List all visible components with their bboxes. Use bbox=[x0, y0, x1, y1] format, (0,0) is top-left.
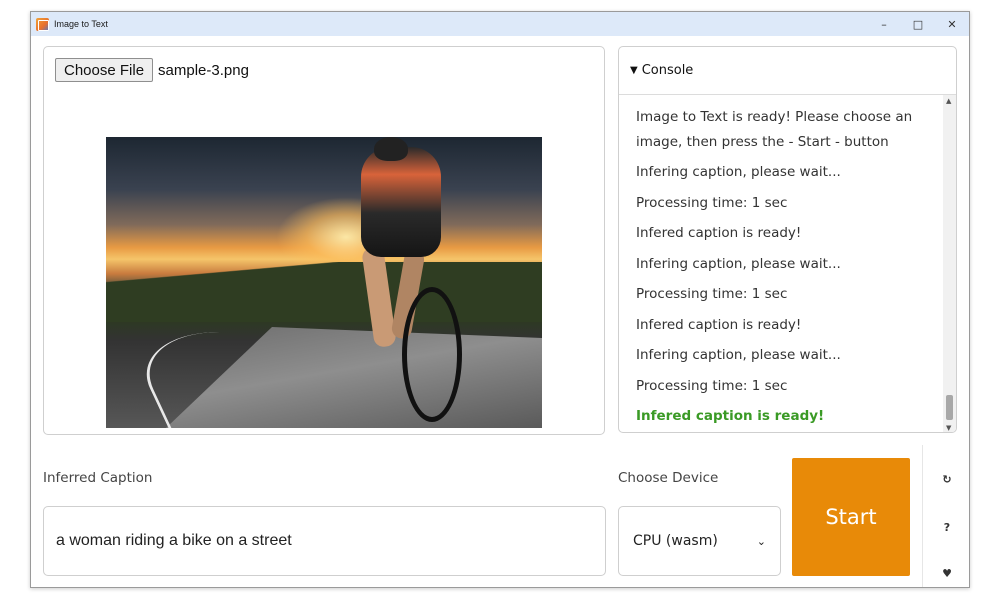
log-line: Processing time: 1 sec bbox=[636, 194, 788, 211]
cyclist-helmet bbox=[374, 137, 408, 161]
caret-down-icon: ▼ bbox=[630, 65, 638, 76]
console-log: Image to Text is ready! Please choose an… bbox=[636, 105, 936, 432]
console-toggle[interactable]: ▼ Console bbox=[630, 63, 693, 78]
scrollbar-thumb[interactable] bbox=[946, 395, 953, 420]
close-icon[interactable]: ✕ bbox=[935, 12, 969, 36]
log-line-latest: Infered caption is ready! bbox=[636, 408, 825, 424]
app-image-icon bbox=[36, 17, 49, 31]
window-title: Image to Text bbox=[54, 19, 108, 29]
file-input-row: Choose File sample-3.png bbox=[55, 58, 249, 82]
cyclist-body bbox=[361, 147, 441, 257]
scroll-down-icon[interactable]: ▼ bbox=[946, 424, 951, 432]
app-window: Image to Text – □ ✕ Choose File sample-3… bbox=[30, 11, 970, 588]
start-button[interactable]: Start bbox=[792, 458, 910, 576]
bike-wheel bbox=[402, 287, 462, 422]
console-panel: ▼ Console Image to Text is ready! Please… bbox=[618, 46, 957, 433]
scroll-up-icon[interactable]: ▲ bbox=[946, 97, 951, 105]
window-controls: – □ ✕ bbox=[867, 12, 969, 36]
log-line: Processing time: 1 sec bbox=[636, 377, 788, 394]
title-bar: Image to Text – □ ✕ bbox=[31, 12, 969, 36]
chevron-down-icon: ⌄ bbox=[756, 534, 766, 548]
console-title: Console bbox=[641, 63, 694, 78]
log-line: Infered caption is ready! bbox=[636, 225, 802, 241]
log-line: Infered caption is ready! bbox=[636, 316, 802, 333]
caption-label: Inferred Caption bbox=[43, 470, 153, 486]
refresh-icon[interactable]: ↻ bbox=[923, 473, 971, 486]
log-line: Infering caption, please wait... bbox=[636, 164, 841, 180]
console-scrollbar[interactable]: ▲ ▼ bbox=[943, 95, 956, 432]
minimize-icon[interactable]: – bbox=[867, 12, 901, 36]
help-icon[interactable]: ? bbox=[923, 521, 971, 534]
device-label: Choose Device bbox=[618, 470, 719, 486]
heart-icon[interactable]: ♥ bbox=[923, 567, 971, 580]
log-line: Image to Text is ready! Please choose an… bbox=[636, 109, 913, 150]
device-selected-value: CPU (wasm) bbox=[633, 533, 718, 549]
selected-file-name: sample-3.png bbox=[158, 61, 249, 79]
choose-file-button[interactable]: Choose File bbox=[55, 58, 154, 82]
divider bbox=[619, 94, 956, 95]
hillside bbox=[106, 262, 542, 322]
image-panel: Choose File sample-3.png bbox=[43, 46, 605, 435]
side-toolbar: ↻ ? ♥ bbox=[922, 445, 970, 587]
preview-image bbox=[106, 137, 542, 428]
log-line: Infering caption, please wait... bbox=[636, 347, 841, 363]
maximize-icon[interactable]: □ bbox=[901, 12, 935, 36]
caption-output[interactable]: a woman riding a bike on a street bbox=[43, 506, 606, 576]
log-line: Infering caption, please wait... bbox=[636, 255, 841, 272]
device-select[interactable]: CPU (wasm) ⌄ bbox=[618, 506, 781, 576]
log-line: Processing time: 1 sec bbox=[636, 286, 788, 302]
